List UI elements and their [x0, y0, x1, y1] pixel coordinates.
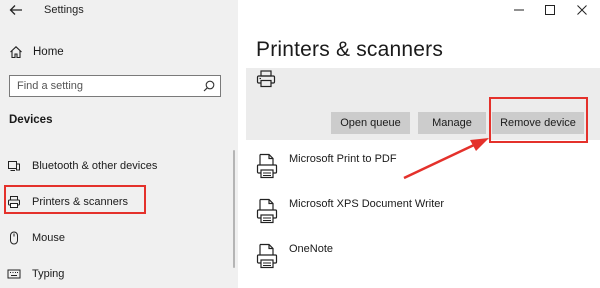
minimize-button[interactable]: [509, 2, 529, 18]
sidebar-item-label: Home: [33, 46, 64, 58]
sidebar-item-printers[interactable]: Printers & scanners: [6, 190, 230, 214]
printer-icon: [256, 70, 276, 88]
printer-document-icon: [256, 243, 278, 269]
app-title: Settings: [44, 4, 84, 16]
sidebar-scrollbar[interactable]: [233, 150, 235, 268]
search-icon[interactable]: [198, 76, 220, 96]
manage-button[interactable]: Manage: [418, 112, 486, 134]
sidebar-item-label: Typing: [32, 268, 65, 280]
home-icon: [8, 44, 24, 60]
device-label: OneNote: [289, 243, 334, 255]
search-box[interactable]: [9, 75, 221, 97]
sidebar-item-bluetooth[interactable]: Bluetooth & other devices: [6, 154, 230, 178]
back-arrow-icon[interactable]: [6, 2, 26, 18]
sidebar-item-typing[interactable]: Typing: [6, 262, 230, 286]
printer-document-icon: [256, 153, 278, 179]
sidebar-item-label: Mouse: [32, 232, 66, 244]
bluetooth-devices-icon: [6, 158, 22, 174]
close-button[interactable]: [572, 2, 592, 18]
keyboard-icon: [6, 266, 22, 282]
sidebar-item-label: Bluetooth & other devices: [32, 160, 158, 172]
sidebar-item-label: Printers & scanners: [32, 196, 128, 208]
sidebar-item-home[interactable]: Home: [8, 40, 228, 64]
printer-icon: [6, 194, 22, 210]
page-title: Printers & scanners: [256, 38, 444, 61]
section-title: Devices: [9, 114, 53, 126]
device-label: Microsoft Print to PDF: [289, 153, 397, 165]
sidebar: Settings Home Devices Bluetooth & other …: [0, 0, 238, 288]
open-queue-button[interactable]: Open queue: [331, 112, 410, 134]
printer-document-icon: [256, 198, 278, 224]
maximize-button[interactable]: [540, 2, 560, 18]
remove-device-button[interactable]: Remove device: [492, 112, 584, 134]
sidebar-item-mouse[interactable]: Mouse: [6, 226, 230, 250]
device-list-item[interactable]: Microsoft XPS Document Writer: [256, 191, 586, 231]
device-list-item[interactable]: Microsoft Print to PDF: [256, 146, 586, 186]
device-list-item[interactable]: OneNote: [256, 236, 586, 276]
search-input[interactable]: [10, 80, 198, 92]
device-label: Microsoft XPS Document Writer: [289, 198, 445, 210]
mouse-icon: [6, 230, 22, 246]
